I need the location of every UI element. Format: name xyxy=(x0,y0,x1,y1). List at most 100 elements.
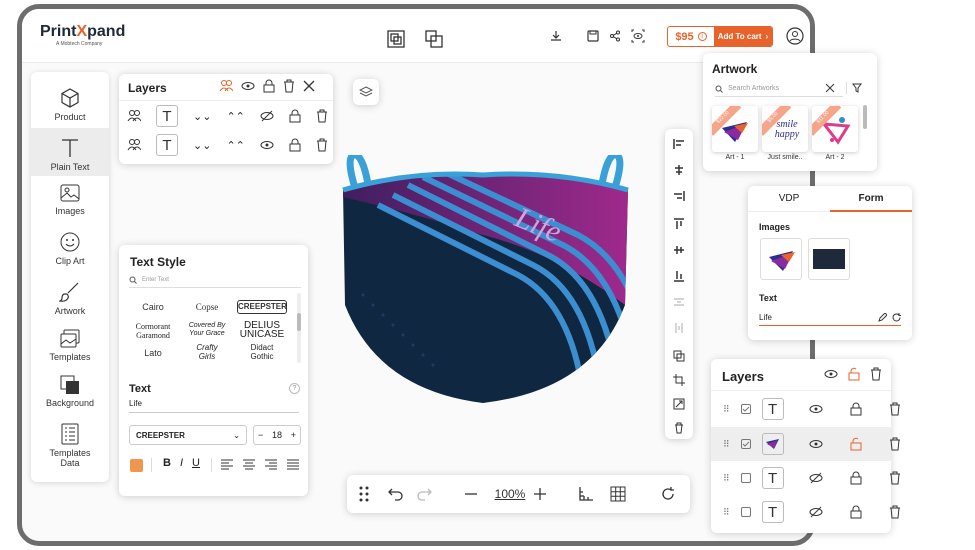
trash-icon[interactable] xyxy=(889,505,901,519)
group-icon[interactable] xyxy=(127,138,141,152)
eye-off-icon[interactable] xyxy=(809,471,823,485)
zoom-level[interactable]: 100% xyxy=(490,485,530,503)
font-size-stepper[interactable]: − 18 + xyxy=(253,425,301,445)
eye-off-icon[interactable] xyxy=(260,109,274,123)
edit-icon[interactable] xyxy=(878,313,887,322)
vdp-text-input[interactable]: Life xyxy=(759,310,901,326)
lock-icon[interactable] xyxy=(289,138,301,152)
font-option-lato[interactable]: Lato xyxy=(129,349,177,358)
checkbox-checked-icon[interactable] xyxy=(740,439,751,449)
underline-icon[interactable]: U xyxy=(192,457,200,469)
trash-icon[interactable] xyxy=(889,437,901,451)
font-option-didact[interactable]: Didact Gothic xyxy=(237,343,287,361)
italic-icon[interactable]: I xyxy=(180,457,183,469)
lock-icon[interactable] xyxy=(263,79,275,93)
layer-row-selected[interactable]: ⠿ xyxy=(723,431,901,457)
download-icon[interactable] xyxy=(548,28,564,44)
font-family-select[interactable]: CREEPSTER ⌄ xyxy=(129,425,247,445)
artwork-thumb-1[interactable]: $22.00 xyxy=(712,106,758,152)
filter-icon[interactable] xyxy=(852,83,862,93)
minus-icon[interactable]: − xyxy=(258,430,263,440)
send-to-back-icon[interactable]: ⌄⌄ xyxy=(193,139,211,152)
trash-icon[interactable] xyxy=(316,109,328,123)
bold-icon[interactable]: B xyxy=(163,457,171,469)
eye-icon[interactable] xyxy=(809,437,823,451)
group-icon[interactable] xyxy=(219,79,233,93)
font-option-cormorant[interactable]: Cormorant Garamond xyxy=(129,322,177,340)
layer-row[interactable]: ⠿ T xyxy=(723,396,901,422)
reset-icon[interactable] xyxy=(659,485,677,503)
font-option-creepster[interactable]: CREEPSTER xyxy=(237,300,287,314)
product-canvas[interactable]: Life xyxy=(333,151,638,410)
align-text-justify-icon[interactable] xyxy=(287,459,299,470)
eye-off-icon[interactable] xyxy=(809,505,823,519)
checkbox-icon[interactable] xyxy=(740,473,751,483)
share-icon[interactable] xyxy=(607,28,623,44)
group-icon[interactable] xyxy=(127,109,141,123)
tab-vdp[interactable]: VDP xyxy=(748,186,830,212)
font-list-scrollbar[interactable] xyxy=(297,293,301,363)
text-input[interactable]: Life xyxy=(129,399,299,413)
align-text-right-icon[interactable] xyxy=(265,459,277,470)
font-option-covered-by[interactable]: Covered By Your Grace xyxy=(183,322,231,338)
help-icon[interactable]: ? xyxy=(289,383,300,394)
user-avatar-icon[interactable] xyxy=(784,25,806,47)
artwork-scrollbar[interactable] xyxy=(863,105,867,129)
bring-front-icon[interactable] xyxy=(386,29,406,49)
unlock-icon[interactable] xyxy=(850,437,862,451)
undo-icon[interactable] xyxy=(387,485,405,503)
font-option-cairo[interactable]: Cairo xyxy=(129,303,177,312)
sidebar-item-background[interactable]: Background xyxy=(31,364,109,412)
layer-row[interactable]: T ⌄⌄ ⌃⌃ xyxy=(127,105,328,127)
align-center-h-icon[interactable] xyxy=(665,159,693,181)
align-top-icon[interactable] xyxy=(665,213,693,235)
vdp-image-1[interactable] xyxy=(760,238,802,280)
clear-search-icon[interactable] xyxy=(825,83,835,93)
lock-icon[interactable] xyxy=(289,109,301,123)
align-middle-icon[interactable] xyxy=(665,239,693,261)
sidebar-item-templates-data[interactable]: Templates Data xyxy=(31,416,109,472)
eye-icon[interactable] xyxy=(241,79,255,93)
crop-icon[interactable] xyxy=(665,369,693,391)
plus-icon[interactable]: + xyxy=(291,430,296,440)
info-icon[interactable]: i xyxy=(697,32,707,41)
trash-icon[interactable] xyxy=(870,367,882,381)
align-bottom-icon[interactable] xyxy=(665,265,693,287)
drag-handle-icon[interactable] xyxy=(355,485,373,503)
artwork-search-input[interactable]: Search Artworks xyxy=(715,81,843,97)
send-to-back-icon[interactable]: ⌄⌄ xyxy=(193,110,211,123)
close-icon[interactable] xyxy=(303,79,315,93)
drag-handle-icon[interactable]: ⠿ xyxy=(723,507,730,518)
duplicate-icon[interactable] xyxy=(665,345,693,367)
artwork-thumb-2[interactable]: $5.00 smile happy xyxy=(762,106,808,152)
lock-icon[interactable] xyxy=(850,402,862,416)
unlock-icon[interactable] xyxy=(848,367,860,381)
align-left-icon[interactable] xyxy=(665,133,693,155)
zoom-in-icon[interactable] xyxy=(531,485,549,503)
face-mask-product[interactable]: Life xyxy=(333,151,638,410)
resize-icon[interactable] xyxy=(665,393,693,415)
checkbox-icon[interactable] xyxy=(740,507,751,517)
distribute-h-icon[interactable] xyxy=(665,291,693,313)
lock-icon[interactable] xyxy=(850,471,862,485)
artwork-thumb-3[interactable]: $11.00 xyxy=(812,106,858,152)
drag-handle-icon[interactable]: ⠿ xyxy=(723,439,730,450)
sidebar-item-images[interactable]: Images xyxy=(31,172,109,220)
sidebar-item-plain-text[interactable]: Plain Text xyxy=(31,128,109,176)
refresh-icon[interactable] xyxy=(892,313,901,322)
text-color-swatch[interactable] xyxy=(130,459,143,472)
layers-toggle-button[interactable] xyxy=(353,79,379,105)
delete-icon[interactable] xyxy=(665,417,693,439)
font-search-input[interactable]: Enter Text xyxy=(129,272,301,288)
eye-icon[interactable] xyxy=(824,367,838,381)
checkbox-checked-icon[interactable] xyxy=(740,404,751,414)
sidebar-item-product[interactable]: Product xyxy=(31,78,109,126)
eye-icon[interactable] xyxy=(260,138,274,152)
grid-icon[interactable] xyxy=(609,485,627,503)
sidebar-item-artwork[interactable]: Artwork xyxy=(31,272,109,320)
redo-icon[interactable] xyxy=(415,485,433,503)
trash-icon[interactable] xyxy=(889,471,901,485)
tab-form[interactable]: Form xyxy=(830,186,912,212)
layer-row[interactable]: ⠿ T xyxy=(723,499,901,525)
align-text-center-icon[interactable] xyxy=(243,459,255,470)
